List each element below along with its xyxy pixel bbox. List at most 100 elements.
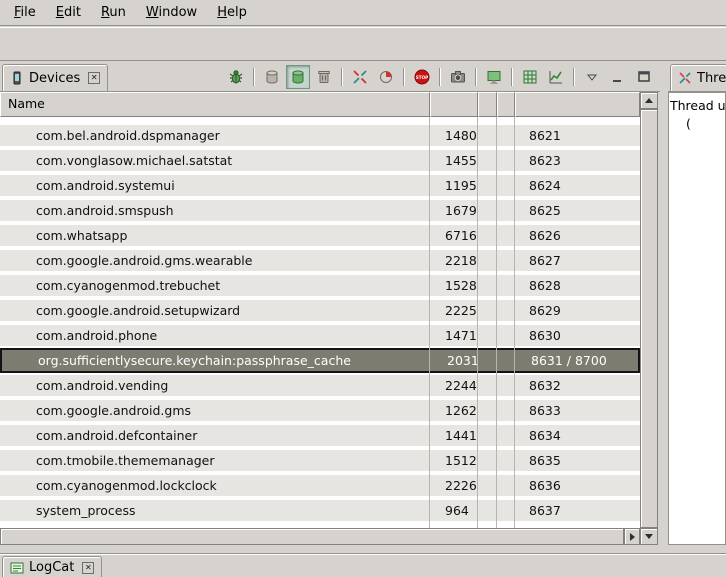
update-threads-icon[interactable] <box>348 65 372 89</box>
debug-process-icon[interactable] <box>224 65 248 89</box>
process-name-cell: com.whatsapp <box>0 225 430 246</box>
empty-cell <box>497 175 515 196</box>
process-name-cell: com.vonglasow.michael.satstat <box>0 150 430 171</box>
process-name-cell: com.android.phone <box>0 325 430 346</box>
minimize-icon[interactable] <box>606 65 630 89</box>
process-name-cell: com.google.android.gms <box>0 400 430 421</box>
vertical-scrollbar[interactable] <box>640 92 658 528</box>
close-icon[interactable] <box>88 72 100 84</box>
process-row[interactable]: com.google.android.gms.wearable22185 8627 <box>0 248 640 273</box>
close-icon[interactable] <box>82 562 94 574</box>
process-port-cell: 8627 <box>515 250 640 271</box>
screen-capture-icon[interactable] <box>446 65 470 89</box>
horizontal-scrollbar[interactable] <box>0 528 640 545</box>
tab-logcat[interactable]: LogCat <box>2 556 102 577</box>
tab-threads[interactable]: Threads <box>670 64 726 91</box>
arrow-up-icon <box>645 98 653 103</box>
threads-message: Thread up( <box>668 92 726 545</box>
process-port-cell: 8633 <box>515 400 640 421</box>
empty-cell <box>497 250 515 271</box>
vertical-scroll-thumb[interactable] <box>640 109 658 528</box>
process-pid-cell: 1512 <box>430 450 478 471</box>
menu-edit[interactable]: Edit <box>46 0 91 26</box>
arrow-right-icon <box>630 533 635 541</box>
process-port-cell: 8630 <box>515 325 640 346</box>
scroll-up-button[interactable] <box>640 92 658 109</box>
process-name-cell: com.android.defcontainer <box>0 425 430 446</box>
tab-logcat-label: LogCat <box>29 560 74 575</box>
device-icon <box>10 71 24 85</box>
horizontal-scroll-thumb[interactable] <box>0 528 624 545</box>
process-row[interactable]: com.cyanogenmod.lockclock222658636 <box>0 473 640 498</box>
process-row[interactable]: com.android.defcontainer144118634 <box>0 423 640 448</box>
table-header: Name <box>0 92 640 117</box>
arrow-down-icon <box>645 534 653 539</box>
stop-process-icon[interactable]: STOP <box>410 65 434 89</box>
empty-cell <box>478 425 497 446</box>
process-port-cell: 8637 <box>515 500 640 521</box>
process-port-cell: 8624 <box>515 175 640 196</box>
empty-cell <box>497 375 515 396</box>
empty-cell <box>497 325 515 346</box>
process-pid-cell: 22185 <box>430 250 478 271</box>
empty-cell <box>480 350 499 371</box>
process-pid-cell: 20311 <box>432 350 480 371</box>
column-header-pid[interactable] <box>430 92 478 117</box>
process-row[interactable]: org.sufficientlysecure.keychain:passphra… <box>0 348 640 373</box>
empty-cell <box>478 175 497 196</box>
empty-cell <box>478 200 497 221</box>
ui-hierarchy-icon[interactable] <box>482 65 506 89</box>
process-row[interactable]: system_process9648637 <box>0 498 640 523</box>
scroll-right-button[interactable] <box>624 528 640 545</box>
process-row[interactable]: com.vonglasow.michael.satstat145538623 <box>0 148 640 173</box>
process-port-cell: 8634 <box>515 425 640 446</box>
process-row[interactable]: com.google.android.gms126238633 <box>0 398 640 423</box>
maximize-icon[interactable] <box>632 65 656 89</box>
menu-file[interactable]: File <box>4 0 46 26</box>
process-port-cell: 8629 <box>515 300 640 321</box>
empty-cell <box>478 400 497 421</box>
empty-cell <box>497 150 515 171</box>
column-header-empty[interactable] <box>478 92 497 117</box>
column-header-port[interactable] <box>515 92 640 117</box>
empty-cell <box>497 300 515 321</box>
update-heap-icon[interactable] <box>260 65 284 89</box>
process-row[interactable]: com.android.phone14718630 <box>0 323 640 348</box>
process-name-cell: com.google.android.gms.wearable <box>0 250 430 271</box>
toolbar-separator <box>253 68 255 86</box>
menu-run[interactable]: Run <box>91 0 136 26</box>
menu-help[interactable]: Help <box>207 0 257 26</box>
process-port-cell: 8628 <box>515 275 640 296</box>
process-row[interactable]: com.tmobile.thememanager15128635 <box>0 448 640 473</box>
process-port-cell: 8623 <box>515 150 640 171</box>
scroll-down-button[interactable] <box>640 528 658 545</box>
process-row[interactable]: com.bel.android.dspmanager14808621 <box>0 123 640 148</box>
process-row[interactable]: com.android.systemui11958624 <box>0 173 640 198</box>
menu-window[interactable]: Window <box>136 0 207 26</box>
devices-toolbar: STOP <box>224 63 656 90</box>
start-method-profiling-icon[interactable] <box>374 65 398 89</box>
empty-cell <box>478 225 497 246</box>
process-row[interactable]: com.whatsapp67168626 <box>0 223 640 248</box>
dump-hprof-icon[interactable] <box>286 65 310 89</box>
pane-splitter[interactable] <box>660 61 668 553</box>
tab-devices[interactable]: Devices <box>2 64 108 91</box>
tab-devices-label: Devices <box>29 71 80 86</box>
systrace-icon[interactable] <box>544 65 568 89</box>
column-header-empty[interactable] <box>497 92 515 117</box>
process-row[interactable]: com.google.android.setupwizard222508629 <box>0 298 640 323</box>
process-name-cell: com.android.smspush <box>0 200 430 221</box>
view-menu-icon[interactable] <box>580 65 604 89</box>
opengl-trace-icon[interactable] <box>518 65 542 89</box>
process-row[interactable]: com.android.vending224408632 <box>0 373 640 398</box>
column-header-name[interactable]: Name <box>0 92 430 117</box>
process-row[interactable]: com.cyanogenmod.trebuchet15288628 <box>0 273 640 298</box>
cause-gc-icon[interactable] <box>312 65 336 89</box>
process-pid-cell: 964 <box>430 500 478 521</box>
menu-bar: FileEditRunWindowHelp <box>0 0 726 26</box>
devices-pane: Devices STOP Name com.bel.android.dspman… <box>0 61 660 553</box>
process-port-cell: 8621 <box>515 125 640 146</box>
empty-cell <box>497 225 515 246</box>
empty-cell <box>478 275 497 296</box>
process-row[interactable]: com.android.smspush16798625 <box>0 198 640 223</box>
